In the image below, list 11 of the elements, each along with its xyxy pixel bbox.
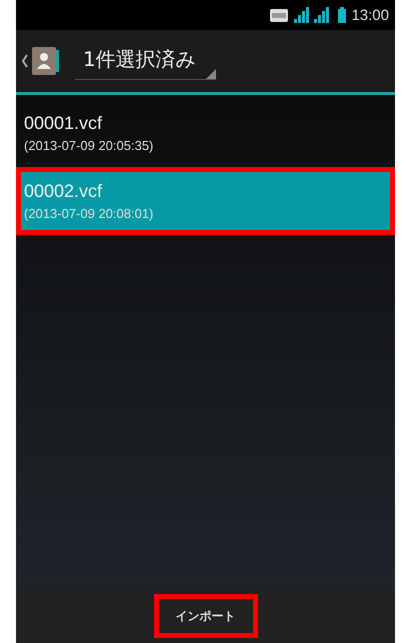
pms-icon [270, 8, 288, 22]
file-name: 00001.vcf [24, 113, 104, 134]
file-date: (2013-07-09 20:08:01) [24, 206, 154, 221]
battery-icon [338, 7, 346, 23]
status-time: 13:00 [351, 6, 389, 24]
file-date: (2013-07-09 20:05:35) [24, 138, 154, 153]
selection-count-dropdown[interactable]: 1件選択済み [75, 42, 216, 80]
contacts-app-icon[interactable] [21, 44, 61, 78]
file-list-item[interactable]: 00001.vcf (2013-07-09 20:05:35) [16, 99, 395, 167]
file-name: 00002.vcf [24, 181, 104, 202]
import-button[interactable]: インポート [154, 594, 258, 638]
